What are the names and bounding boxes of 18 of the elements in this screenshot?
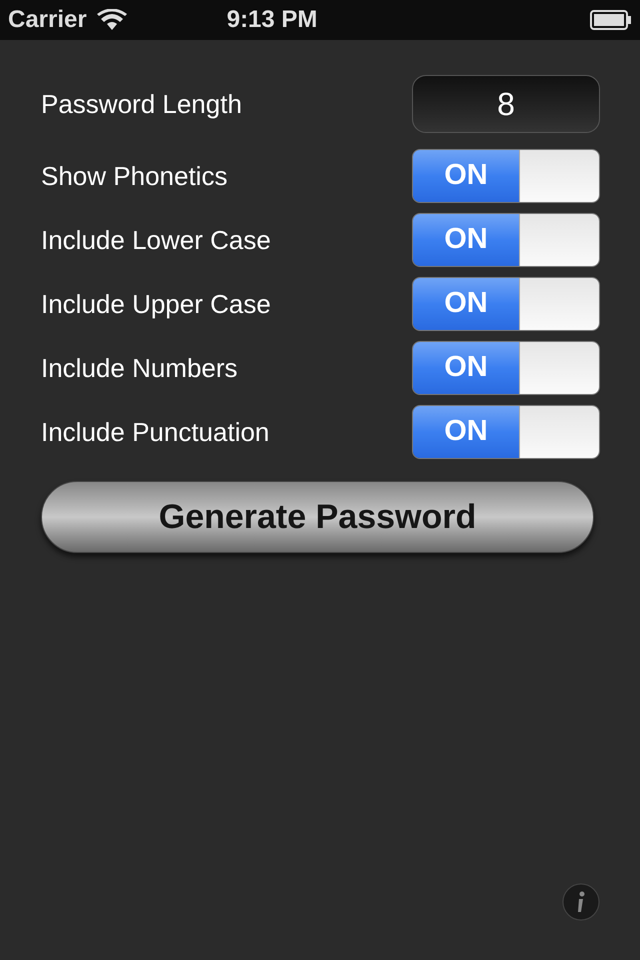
option-label: Include Lower Case: [41, 224, 271, 256]
toggle-switch[interactable]: ON: [412, 149, 600, 203]
toggle-switch[interactable]: ON: [412, 405, 600, 459]
toggle-switch[interactable]: ON: [412, 277, 600, 331]
wifi-icon: [96, 9, 127, 31]
option-label: Password Length: [41, 88, 242, 120]
clock: 9:13 PM: [226, 5, 318, 35]
option-label: Include Upper Case: [41, 288, 271, 320]
option-label: Include Punctuation: [41, 416, 270, 448]
toggle-switch[interactable]: ON: [412, 341, 600, 395]
battery-icon: [590, 10, 632, 30]
length-field[interactable]: 8: [412, 75, 600, 133]
option-label: Include Numbers: [41, 352, 238, 384]
info-icon[interactable]: [562, 883, 600, 921]
carrier-name: Carrier: [8, 5, 87, 35]
generate-button[interactable]: Generate Password: [41, 481, 594, 553]
option-label: Show Phonetics: [41, 160, 228, 192]
toggle-switch[interactable]: ON: [412, 213, 600, 267]
